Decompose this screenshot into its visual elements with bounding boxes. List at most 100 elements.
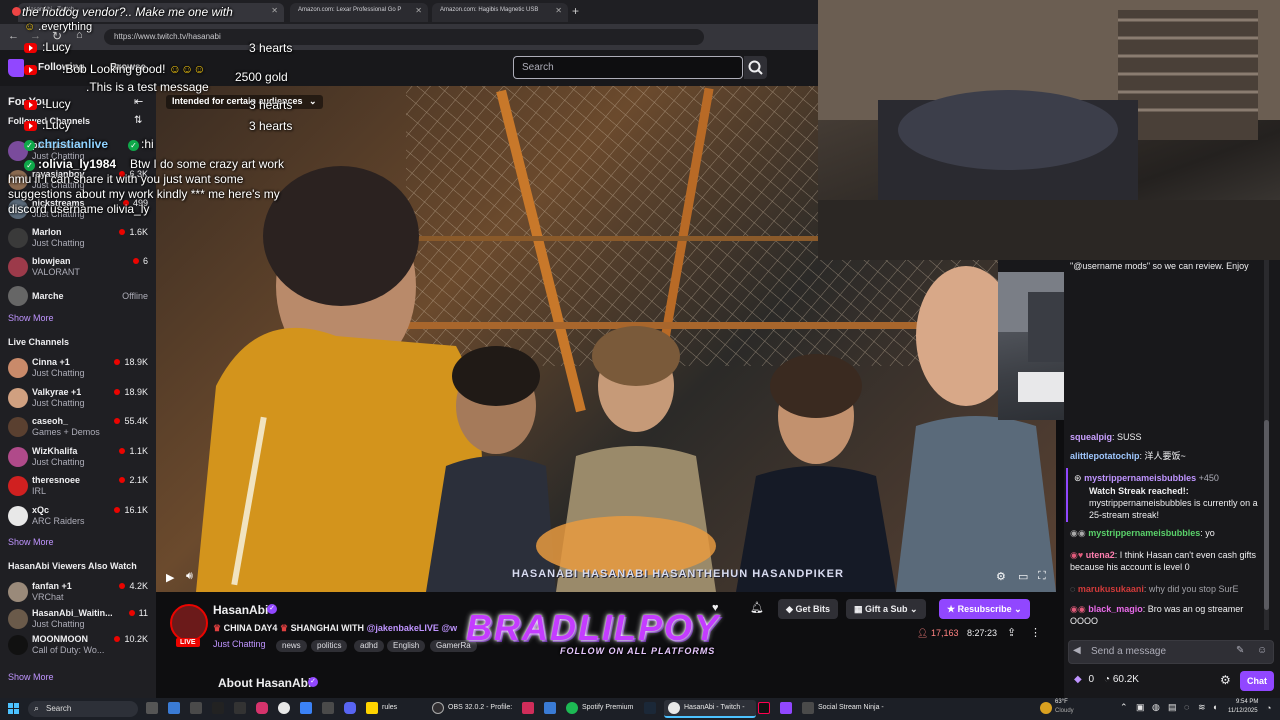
taskbar-item[interactable]: OBS 32.0.2 - Profile:	[448, 701, 512, 717]
channel-name[interactable]: HasanAbi	[213, 603, 268, 617]
title-mention-link[interactable]: @w	[441, 623, 457, 633]
discord-icon[interactable]	[344, 702, 356, 714]
bits-balance[interactable]: ◆ 0	[1074, 674, 1094, 685]
theatre-mode-icon[interactable]: ▭	[1018, 570, 1028, 583]
chat-send-button[interactable]: Chat	[1240, 671, 1274, 691]
new-tab-icon[interactable]: +	[572, 4, 579, 18]
sidebar-channel-live[interactable]: xQc ARC Raiders 16.1K	[0, 503, 156, 531]
volume-icon[interactable]: 🔊︎	[186, 570, 193, 583]
search-input[interactable]: Search	[513, 56, 743, 79]
fullscreen-icon[interactable]: ⛶	[1038, 570, 1046, 583]
sidebar-channel-live[interactable]: Valkyrae +1 Just Chatting 18.9K	[0, 385, 156, 413]
collapse-sidebar-icon[interactable]: ⇤	[134, 95, 143, 108]
twitch-logo-icon[interactable]	[8, 59, 24, 77]
chat-username[interactable]: squealpig	[1070, 432, 1112, 442]
sidebar-channel-also-watch[interactable]: HasanAbi_Waitin... Just Chatting 11	[0, 606, 156, 634]
app-icon[interactable]	[522, 702, 534, 714]
windows-start-icon[interactable]	[8, 703, 20, 715]
bell-icon[interactable]: 🔔︎	[750, 601, 764, 614]
content-classification-label[interactable]: Intended for certain audiences ⌄	[166, 95, 323, 109]
app-icon[interactable]	[802, 702, 814, 714]
tray-icon[interactable]: ▣	[1136, 702, 1145, 713]
chat-settings-gear-icon[interactable]: ⚙	[1220, 673, 1231, 687]
app-icon[interactable]	[168, 702, 180, 714]
app-icon[interactable]	[212, 702, 224, 714]
obs-icon[interactable]	[432, 702, 444, 714]
title-mention-link[interactable]: @jakenbakeLIVE	[367, 623, 439, 633]
tab-close-icon[interactable]: ✕	[271, 6, 278, 15]
taskbar-item[interactable]: Spotify Premium	[582, 701, 633, 717]
mic-icon[interactable]: ✎	[1236, 645, 1244, 656]
app-icon[interactable]	[300, 702, 312, 714]
sidebar-channel-also-watch[interactable]: fanfan +1 VRChat 4.2K	[0, 579, 156, 607]
sidebar-channel-followed[interactable]: blowjean VALORANT 6	[0, 254, 156, 282]
tag-chip[interactable]: politics	[311, 640, 348, 652]
more-options-icon[interactable]: ⋮	[1030, 626, 1041, 639]
volume-icon[interactable]: ◖	[1212, 702, 1217, 712]
chat-username[interactable]: black_magio	[1088, 604, 1143, 614]
task-view-icon[interactable]	[146, 702, 158, 714]
tag-chip[interactable]: English	[387, 640, 426, 652]
browser-tab[interactable]: Amazon.com: Lexar Professional Go P ✕	[290, 3, 428, 22]
get-bits-button[interactable]: ◆ Get Bits	[778, 599, 838, 619]
system-tray-chevron-icon[interactable]: ⌃	[1120, 702, 1128, 713]
resubscribe-button[interactable]: ★ Resubscribe ⌄	[939, 599, 1030, 619]
channel-avatar[interactable]	[170, 604, 208, 642]
url-field[interactable]: https://www.twitch.tv/hasanabi	[104, 29, 704, 45]
app-icon[interactable]	[780, 702, 792, 714]
search-button[interactable]	[744, 56, 767, 79]
sidebar-channel-live[interactable]: Cinna +1 Just Chatting 18.9K	[0, 355, 156, 383]
chat-username[interactable]: mystrippernameisbubbles	[1084, 473, 1196, 483]
chat-input[interactable]: Send a message	[1091, 646, 1166, 657]
tray-icon[interactable]: ◍	[1152, 702, 1160, 713]
settings-gear-icon[interactable]: ⚙	[996, 570, 1006, 583]
spotify-icon[interactable]	[566, 702, 578, 714]
taskbar-item[interactable]: rules	[382, 701, 397, 717]
tray-icon[interactable]: ▤	[1168, 702, 1177, 713]
chat-username[interactable]: alittlepotatochip	[1070, 451, 1140, 461]
steam-icon[interactable]	[644, 702, 656, 714]
app-icon[interactable]	[190, 702, 202, 714]
taskbar-item[interactable]: HasanAbi - Twitch -	[684, 701, 745, 717]
sidebar-channel-live[interactable]: caseoh_ Games + Demos 55.4K	[0, 414, 156, 442]
taskbar-search-box[interactable]: ⌕ Search	[28, 701, 138, 717]
tag-chip[interactable]: news	[276, 640, 307, 652]
channel-points-balance[interactable]: ◔ 60.2K	[1104, 674, 1139, 685]
tab-close-icon[interactable]: ✕	[555, 6, 562, 15]
chat-username[interactable]: marukusukaani	[1078, 584, 1144, 594]
app-icon[interactable]	[544, 702, 556, 714]
instagram-icon[interactable]	[256, 702, 268, 714]
show-more-also-button[interactable]: Show More	[8, 672, 54, 682]
clock-date[interactable]: 11/12/2025	[1228, 708, 1258, 714]
play-icon[interactable]: ▶	[166, 571, 174, 584]
clock-time[interactable]: 9:54 PM	[1236, 699, 1258, 705]
tiktok-icon[interactable]	[758, 702, 770, 714]
tag-chip[interactable]: adhd	[354, 640, 384, 652]
chat-scrollbar-thumb[interactable]	[1264, 420, 1269, 610]
sidebar-channel-live[interactable]: WizKhalifa Just Chatting 1.1K	[0, 444, 156, 472]
taskbar-item[interactable]: Social Stream Ninja -	[818, 701, 884, 717]
tray-icon[interactable]: ◌	[1184, 702, 1189, 712]
tab-close-icon[interactable]: ✕	[415, 6, 422, 15]
app-icon[interactable]	[322, 702, 334, 714]
wifi-icon[interactable]: ≋	[1198, 702, 1206, 713]
category-link[interactable]: Just Chatting	[213, 639, 266, 649]
chat-username[interactable]: utena2	[1086, 550, 1115, 560]
chrome-icon[interactable]	[278, 702, 290, 714]
sort-icon[interactable]: ⇅	[134, 115, 142, 126]
chat-username[interactable]: mystrippernameisbubbles	[1088, 528, 1200, 538]
sidebar-channel-followed[interactable]: Marche Offline	[0, 283, 156, 311]
share-icon[interactable]: ⇪	[1007, 626, 1016, 639]
gift-sub-button[interactable]: ▦ Gift a Sub ⌄	[846, 599, 926, 619]
app-icon[interactable]	[234, 702, 246, 714]
show-more-followed-button[interactable]: Show More	[8, 313, 54, 323]
weather-icon[interactable]	[1040, 702, 1052, 714]
show-more-live-button[interactable]: Show More	[8, 537, 54, 547]
emote-picker-icon[interactable]: ☺	[1257, 645, 1267, 656]
chat-settings-icon[interactable]: ◀	[1073, 645, 1081, 656]
back-arrow-icon[interactable]: ←	[8, 30, 19, 42]
notification-bell-icon[interactable]: ◔	[1266, 703, 1271, 713]
sidebar-channel-live[interactable]: theresnoee IRL 2.1K	[0, 473, 156, 501]
browser-tab[interactable]: Amazon.com: Hagibis Magnetic USB ✕	[432, 3, 568, 22]
sidebar-channel-followed[interactable]: Marlon Just Chatting 1.6K	[0, 225, 156, 253]
